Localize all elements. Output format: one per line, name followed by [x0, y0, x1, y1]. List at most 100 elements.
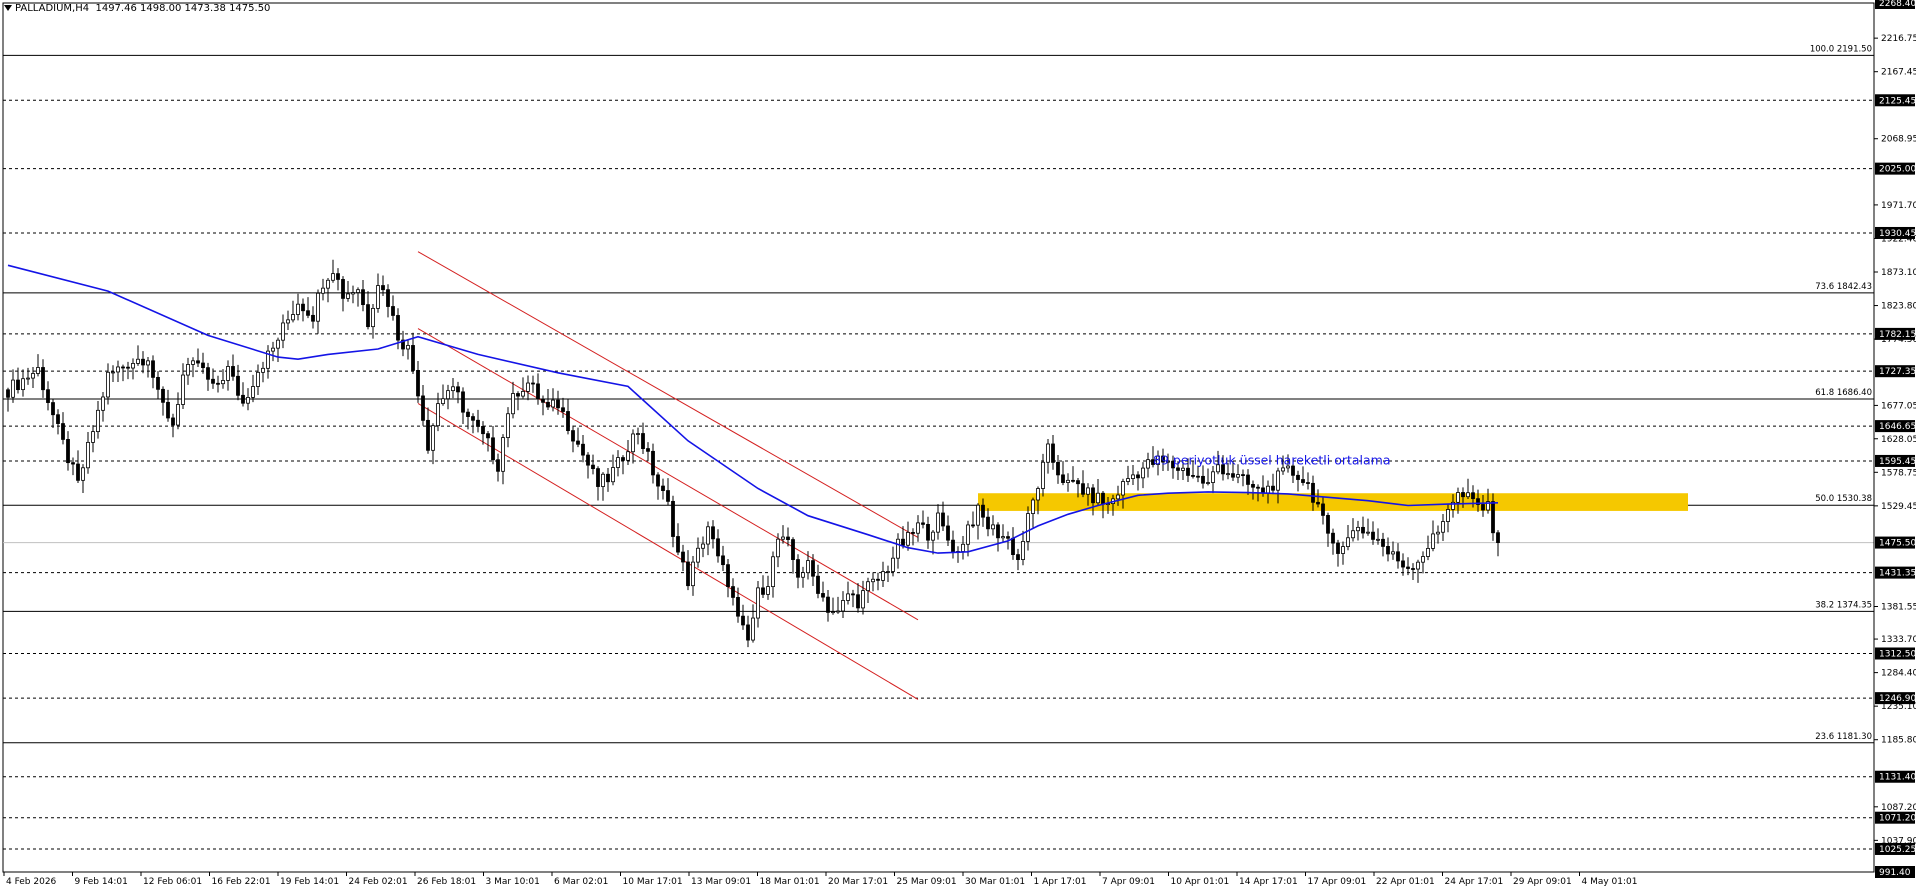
candle-body [896, 538, 900, 559]
candle-body [981, 504, 985, 518]
dropdown-triangle-icon[interactable] [4, 5, 12, 11]
candle-body [851, 593, 855, 596]
candle-body [1231, 473, 1235, 478]
candle-body [856, 594, 860, 609]
candle-body [1011, 537, 1015, 556]
time-tick-label: 14 Apr 17:01 [1239, 877, 1298, 887]
chart-canvas[interactable]: 100.0 2191.50 73.6 1842.43 61.8 1686.40 50.… [0, 0, 1916, 888]
candle-body [1271, 485, 1275, 491]
candle-body [611, 467, 615, 483]
candle-body [721, 555, 725, 566]
candle-body [386, 289, 390, 307]
price-tick-label: 1628.05 [1881, 435, 1916, 445]
time-tick-label: 4 Feb 2026 [6, 877, 57, 887]
candle-body [1141, 467, 1145, 479]
candle-body [31, 373, 35, 379]
price-label-text: 991.40 [1879, 868, 1911, 878]
candle-body [101, 396, 105, 411]
candle-body [616, 457, 620, 468]
candle-body [151, 360, 155, 378]
candle-body [51, 402, 55, 416]
candle-body [996, 524, 1000, 539]
candle-body [1481, 504, 1485, 511]
candle-body [351, 292, 355, 295]
candle-body [26, 377, 30, 380]
candle-body [431, 425, 435, 451]
price-tick-label: 1087.20 [1881, 803, 1916, 813]
candle-body [1226, 473, 1230, 476]
candle-body [781, 536, 785, 540]
candle-body [131, 363, 135, 369]
candle-body [371, 307, 375, 328]
candle-body [751, 617, 755, 641]
candle-body [736, 597, 740, 617]
time-tick-label: 3 Mar 10:01 [486, 877, 540, 887]
candle-body [1041, 461, 1045, 489]
price-tick-label: 1185.80 [1881, 736, 1916, 746]
candle-body [976, 504, 980, 526]
candle-body [1371, 531, 1375, 540]
candle-body [576, 440, 580, 445]
candle-body [1311, 482, 1315, 503]
candle-body [626, 451, 630, 461]
price-tick-label: 1677.05 [1881, 401, 1916, 411]
price-tick-label: 2216.75 [1881, 34, 1916, 44]
candle-body [806, 560, 810, 574]
candle-body [601, 473, 605, 487]
candle-body [36, 367, 40, 374]
candle-body [1471, 492, 1475, 500]
price-tick-label: 2068.95 [1881, 135, 1916, 145]
candle-body [741, 615, 745, 626]
time-axis: 4 Feb 2026 9 Feb 14:01 12 Feb 06:01 16 Feb … [3, 871, 1874, 887]
candle-body [126, 366, 130, 369]
candle-body [1251, 484, 1255, 488]
price-label-text: 2125.45 [1879, 96, 1916, 106]
candle-body [1266, 485, 1270, 494]
price-label-text: 1131.40 [1879, 773, 1916, 783]
time-tick-label: 1 Apr 17:01 [1034, 877, 1087, 887]
candle-body [506, 413, 510, 438]
candle-body [1466, 492, 1470, 498]
candle-body [711, 526, 715, 540]
candle-body [906, 532, 910, 546]
candle-body [546, 401, 550, 408]
candle-body [1346, 537, 1350, 547]
candle-body [41, 367, 45, 391]
candle-body [731, 586, 735, 598]
candle-body [256, 371, 260, 387]
candle-body [276, 339, 280, 349]
candle-body [46, 389, 50, 403]
candle-body [241, 394, 245, 404]
candle-body [916, 522, 920, 534]
candle-body [591, 464, 595, 470]
candle-body [566, 411, 570, 432]
candle-body [1436, 531, 1440, 535]
candle-body [1186, 467, 1190, 476]
candle-body [631, 433, 635, 453]
candle-body [271, 347, 275, 352]
candle-body [1036, 488, 1040, 501]
candle-body [1351, 530, 1355, 539]
candle-body [346, 293, 350, 299]
price-tick-label: 1381.55 [1881, 603, 1916, 613]
fib-label: 23.6 1181.30 [1815, 732, 1872, 742]
price-axis: 2216.752167.452068.951971.701922.401873.… [1873, 0, 1916, 878]
candle-body [211, 378, 215, 384]
candle-body [571, 430, 575, 442]
time-tick-label: 6 Mar 02:01 [554, 877, 608, 887]
candle-body [786, 536, 790, 540]
candle-body [1126, 478, 1130, 482]
candle-body [56, 414, 60, 424]
candle-body [816, 575, 820, 594]
candle-body [1076, 480, 1080, 485]
candle-body [641, 433, 645, 449]
candle-body [451, 386, 455, 392]
candle-body [416, 370, 420, 397]
candle-body [161, 388, 165, 403]
candle-body [1181, 467, 1185, 471]
time-tick-label: 18 Mar 01:01 [760, 877, 820, 887]
candle-body [1081, 483, 1085, 495]
candle-body [1146, 459, 1150, 469]
candle-body [706, 526, 710, 545]
candle-body [776, 538, 780, 558]
